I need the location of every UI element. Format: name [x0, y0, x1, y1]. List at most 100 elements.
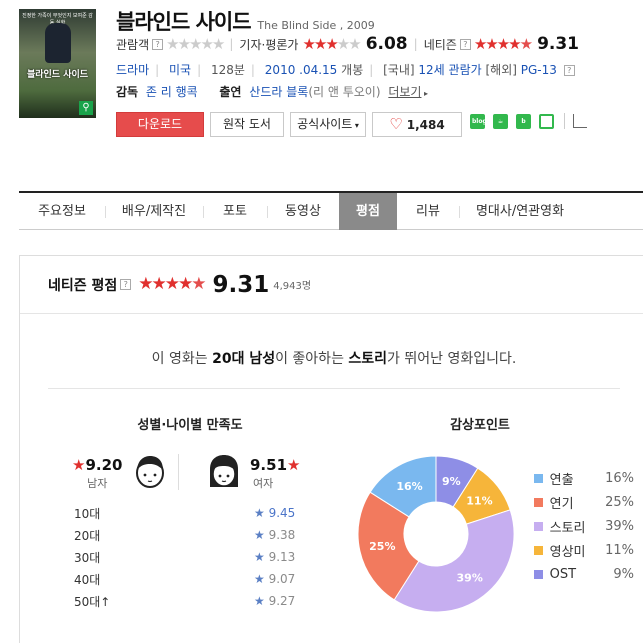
director-link[interactable]: 존 리 행콕	[146, 85, 198, 99]
tab-photo[interactable]: 포토	[203, 193, 267, 230]
more-credits-link[interactable]: 더보기	[388, 85, 421, 99]
divider	[178, 454, 179, 490]
audience-stars: ★★★★★	[166, 34, 225, 53]
critics-score: 6.08	[365, 34, 408, 54]
cafe-share-icon[interactable]: ☕	[493, 113, 508, 129]
like-button[interactable]: ♡ 1,484	[372, 112, 462, 137]
male-score-block: ★9.20 남자	[72, 456, 122, 491]
netizen-stars: ★★★★★	[473, 34, 533, 53]
legend-swatch	[534, 545, 543, 555]
domestic-label: [국내]	[383, 63, 415, 77]
legend-label: 영상미	[549, 544, 586, 560]
movie-title-row: 블라인드 사이드 The Blind Side , 2009	[116, 6, 375, 36]
legend-percent: 39%	[605, 518, 634, 534]
male-score: 9.20	[85, 456, 123, 474]
movie-title-english: The Blind Side , 2009	[257, 19, 375, 32]
share-icon[interactable]	[573, 114, 587, 128]
summary-text: 이 좋아하는	[275, 351, 349, 367]
divider	[48, 388, 620, 389]
band-share-icon[interactable]: b	[516, 113, 531, 129]
male-face-icon	[136, 456, 164, 488]
official-site-button[interactable]: 공식사이트 ▾	[290, 112, 366, 137]
legend-percent: 25%	[605, 494, 634, 510]
star-icon: ★	[254, 506, 269, 520]
legend-swatch	[534, 497, 543, 507]
age-score: ★ 9.45	[254, 506, 296, 520]
blog-share-icon[interactable]: blog	[470, 113, 487, 129]
overseas-rating-link[interactable]: PG-13	[521, 63, 557, 77]
tab-video[interactable]: 동영상	[267, 193, 339, 230]
slice-label: 11%	[466, 494, 492, 507]
legend-swatch	[534, 521, 543, 531]
star-icon: ★	[72, 456, 86, 474]
female-face-icon	[210, 455, 238, 487]
legend-percent: 11%	[605, 542, 634, 558]
female-score-block: 9.51★ 여자	[250, 456, 300, 491]
female-label: 여자	[253, 477, 274, 490]
line-share-icon[interactable]	[539, 113, 554, 129]
netizen-score: 9.31	[537, 34, 580, 54]
country-link[interactable]: 미국	[169, 63, 191, 77]
slice-label: 39%	[457, 571, 483, 584]
summary-text: 이 영화는	[151, 351, 213, 367]
poster-title: 블라인드 사이드	[26, 70, 89, 80]
tab-quotes-related[interactable]: 명대사/연관영화	[459, 193, 581, 230]
movie-title[interactable]: 블라인드 사이드	[116, 10, 252, 34]
legend-label: 연기	[549, 496, 574, 512]
male-label: 남자	[87, 477, 108, 490]
star-icon: ★	[254, 572, 269, 586]
official-site-label: 공식사이트	[297, 117, 353, 131]
age-score: ★ 9.07	[254, 572, 296, 586]
legend-percent: 9%	[613, 566, 634, 582]
age-row: 50대↑ ★ 9.27	[74, 592, 295, 610]
movie-poster[interactable]: 진정한 가족이 무엇인지 보여준 감동 실화 블라인드 사이드 ⚲	[19, 9, 96, 118]
like-count: 1,484	[406, 118, 445, 132]
legend-item: 영상미 11%	[534, 538, 634, 562]
rating-header: 네티즌 평점 ? ★★★★★ 9.31 4,943명	[20, 256, 643, 314]
heart-icon: ♡	[389, 115, 403, 133]
age-row: 10대 ★ 9.45	[74, 504, 295, 522]
tab-review[interactable]: 리뷰	[397, 193, 459, 230]
share-icons: blog ☕ b	[470, 113, 587, 129]
cast-label: 출연	[219, 85, 242, 99]
help-icon[interactable]: ?	[120, 279, 132, 290]
female-score: 9.51	[250, 456, 288, 474]
critics-label: 기자·평론가	[239, 37, 299, 52]
point-donut-chart: 9% 11% 39% 25% 16%	[357, 455, 515, 613]
age-score: ★ 9.27	[254, 594, 296, 608]
age-label: 50대↑	[74, 594, 111, 609]
age-label: 20대	[74, 528, 101, 543]
rating-summary: 이 영화는 20대 남성이 좋아하는 스토리가 뛰어난 영화입니다.	[20, 348, 643, 368]
movie-info-row: 드라마 | 미국 | 128분 | 2010 .04.15 개봉 | [국내] 12세 …	[116, 61, 578, 78]
summary-text: 가 뛰어난 영화입니다.	[387, 351, 517, 367]
gender-age-title: 성별·나이별 만족도	[137, 418, 243, 433]
tab-rating[interactable]: 평점	[339, 193, 397, 230]
domestic-rating-link[interactable]: 12세 관람가	[418, 63, 481, 77]
star-icon: ★	[287, 456, 301, 474]
legend-item: OST 9%	[534, 562, 634, 586]
action-buttons: 다운로드 원작 도서 공식사이트 ▾ ♡ 1,484	[116, 112, 468, 137]
tab-cast-crew[interactable]: 배우/제작진	[105, 193, 203, 230]
age-row: 20대 ★ 9.38	[74, 526, 295, 544]
tab-main-info[interactable]: 주요정보	[19, 193, 105, 230]
original-book-button[interactable]: 원작 도서	[210, 112, 284, 137]
download-button[interactable]: 다운로드	[116, 112, 204, 137]
cast-link[interactable]: 산드라 블록	[249, 85, 308, 99]
critics-stars: ★★★★★	[302, 34, 361, 53]
legend-item: 연기 25%	[534, 490, 634, 514]
legend-item: 스토리 39%	[534, 514, 634, 538]
help-icon[interactable]: ?	[459, 38, 471, 50]
genre-link[interactable]: 드라마	[116, 63, 149, 77]
point-title: 감상포인트	[450, 418, 510, 433]
release-date-link[interactable]: 2010 .04.15	[265, 63, 338, 77]
age-label: 10대	[74, 506, 101, 521]
audience-label: 관람객	[116, 37, 150, 52]
help-icon[interactable]: ?	[563, 65, 575, 76]
score-row: 관람객 ? ★★★★★ | 기자·평론가 ★★★★★ 6.08 | 네티즌 ? …	[116, 34, 591, 54]
movie-tabs: 주요정보 배우/제작진 포토 동영상 평점 리뷰 명대사/연관영화	[19, 191, 643, 230]
slice-label: 16%	[396, 480, 422, 493]
help-icon[interactable]: ?	[152, 38, 164, 50]
rating-panel: 네티즌 평점 ? ★★★★★ 9.31 4,943명 이 영화는 20대 남성이…	[19, 255, 643, 643]
zoom-icon[interactable]: ⚲	[79, 101, 93, 115]
age-label: 30대	[74, 550, 101, 565]
